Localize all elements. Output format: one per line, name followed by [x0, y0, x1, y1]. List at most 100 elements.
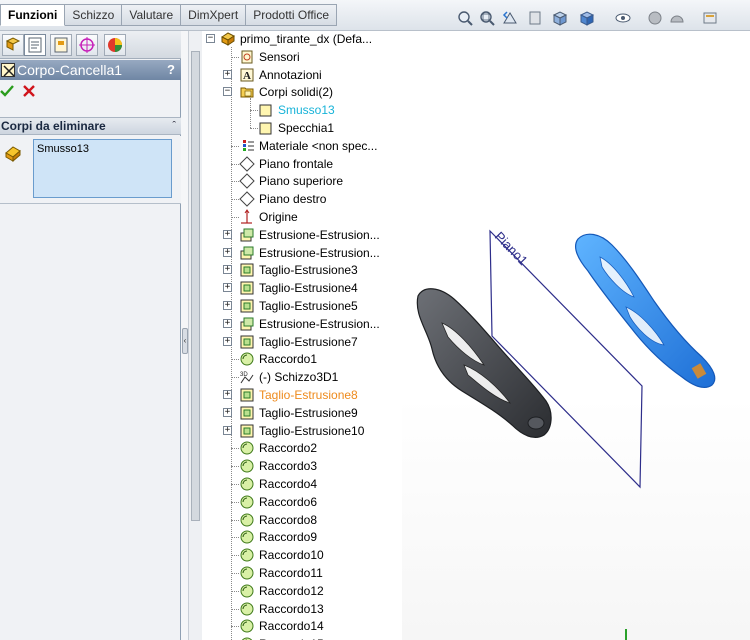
scrollbar-thumb[interactable]: [191, 51, 200, 521]
tree-item-raccordo2[interactable]: Raccordo2: [202, 440, 402, 457]
tree-item-corpi-solidi-2[interactable]: − Corpi solidi(2): [202, 84, 402, 101]
tree-item-raccordo10[interactable]: Raccordo10: [202, 547, 402, 564]
expand-toggle-icon[interactable]: +: [223, 390, 232, 399]
expand-toggle-icon[interactable]: +: [223, 425, 232, 435]
tree-item-estrusione-estrusion[interactable]: + Estrusione-Estrusion...: [202, 316, 402, 333]
tree-item-label: Taglio-Estrusione5: [259, 299, 358, 313]
tree-item-raccordo6[interactable]: Raccordo6: [202, 494, 402, 511]
property-manager-header: Corpo-Cancella1 ?: [0, 60, 181, 80]
zoom-to-area-icon[interactable]: [478, 9, 496, 27]
expand-toggle-icon[interactable]: +: [223, 69, 232, 79]
tree-item-raccordo15[interactable]: Raccordo15: [202, 636, 402, 640]
view-orientation-icon[interactable]: [551, 9, 569, 27]
tree-item-raccordo14[interactable]: Raccordo14: [202, 618, 402, 635]
tree-item-origine[interactable]: Origine: [202, 209, 402, 226]
tree-item-taglio-estrusione5[interactable]: + Taglio-Estrusione5: [202, 298, 402, 315]
tree-connector-line: [250, 98, 251, 128]
expand-toggle-icon[interactable]: +: [223, 247, 232, 257]
tree-item-materiale-non-spec[interactable]: Materiale <non spec...: [202, 138, 402, 155]
specchia1-body[interactable]: [416, 288, 552, 438]
display-manager-icon[interactable]: [104, 34, 126, 56]
tree-item-label: Raccordo4: [259, 477, 318, 491]
expand-toggle-icon[interactable]: +: [223, 283, 232, 293]
tree-item-taglio-estrusione4[interactable]: + Taglio-Estrusione4: [202, 280, 402, 297]
tab-schizzo[interactable]: Schizzo: [65, 4, 123, 26]
hide-show-icon[interactable]: [614, 9, 632, 27]
tab-valutare[interactable]: Valutare: [122, 4, 182, 26]
zoom-to-fit-icon[interactable]: [456, 9, 474, 27]
tree-item-label: Raccordo9: [259, 530, 318, 545]
tree-item-label: (-) Schizzo3D1: [259, 370, 339, 385]
collapse-toggle-icon[interactable]: −: [206, 34, 215, 43]
tree-item-estrusione-estrusion[interactable]: + Estrusione-Estrusion...: [202, 245, 402, 262]
expand-toggle-icon[interactable]: −: [223, 87, 232, 97]
tree-item-piano-superiore[interactable]: Piano superiore: [202, 173, 402, 190]
tree-item-piano-destro[interactable]: Piano destro: [202, 191, 402, 208]
plane-icon: [239, 173, 255, 190]
tree-item-raccordo11[interactable]: Raccordo11: [202, 565, 402, 582]
fillet-icon: [239, 512, 255, 528]
tree-item-raccordo4[interactable]: Raccordo4: [202, 476, 402, 493]
feature-manager-icon[interactable]: [2, 34, 24, 56]
tree-item-schizzo3d1[interactable]: 3D (-) Schizzo3D1: [202, 369, 402, 386]
tree-connector-line: [231, 359, 239, 361]
tree-connector-line: [231, 199, 239, 201]
expand-toggle-icon[interactable]: +: [223, 407, 232, 417]
tree-item-taglio-estrusione3[interactable]: + Taglio-Estrusione3: [202, 262, 402, 279]
tree-item-raccordo9[interactable]: Raccordo9: [202, 529, 402, 546]
splitter-grip-icon[interactable]: ‹: [182, 328, 188, 354]
tree-scrollbar[interactable]: [189, 31, 202, 640]
tree-item-estrusione-estrusion[interactable]: + Estrusione-Estrusion...: [202, 227, 402, 244]
panel-splitter[interactable]: ‹: [181, 31, 189, 640]
graphics-area[interactable]: Piano1: [402, 31, 750, 640]
expand-toggle-icon[interactable]: +: [223, 336, 232, 346]
view-settings-icon[interactable]: [701, 9, 719, 27]
smusso13-body[interactable]: [575, 233, 716, 389]
selected-body-item[interactable]: Smusso13: [37, 143, 89, 155]
help-button[interactable]: ?: [167, 61, 175, 79]
tree-item-label: Raccordo12: [259, 583, 324, 598]
tree-item-raccordo13[interactable]: Raccordo13: [202, 601, 402, 618]
previous-view-icon[interactable]: [501, 9, 519, 27]
cancel-button[interactable]: [22, 84, 36, 100]
bodies-selection-box[interactable]: Smusso13: [33, 139, 172, 198]
tree-item-label: Raccordo6: [259, 494, 318, 509]
tree-item-raccordo1[interactable]: Raccordo1: [202, 351, 402, 368]
reference-triad-icon: [625, 629, 627, 640]
edit-appearance-icon[interactable]: [646, 9, 664, 27]
configuration-manager-icon[interactable]: [50, 34, 72, 56]
expand-toggle-icon[interactable]: +: [223, 229, 232, 239]
tab-funzioni[interactable]: Funzioni: [0, 4, 66, 26]
tab-dimxpert[interactable]: DimXpert: [181, 4, 247, 26]
ok-button[interactable]: [0, 84, 14, 100]
tree-item-raccordo3[interactable]: Raccordo3: [202, 458, 402, 475]
dimxpert-manager-icon[interactable]: [76, 34, 98, 56]
expand-toggle-icon[interactable]: +: [223, 265, 232, 275]
tree-root-part[interactable]: − primo_tirante_dx (Defa...: [202, 31, 402, 48]
tab-prodotti-office[interactable]: Prodotti Office: [246, 4, 338, 26]
tree-item-raccordo12[interactable]: Raccordo12: [202, 583, 402, 600]
expand-toggle-icon[interactable]: +: [223, 318, 232, 328]
tree-item-taglio-estrusione10[interactable]: + Taglio-Estrusione10: [202, 423, 402, 440]
bodies-to-delete-group-header[interactable]: Corpi da eliminare ˆ: [0, 117, 181, 135]
section-view-icon[interactable]: [526, 9, 544, 27]
tree-item-annotazioni[interactable]: + A Annotazioni: [202, 67, 402, 84]
tree-item-taglio-estrusione7[interactable]: + Taglio-Estrusione7: [202, 334, 402, 351]
property-manager-icon[interactable]: [24, 34, 46, 56]
tree-item-specchia1[interactable]: Specchia1: [202, 120, 402, 137]
collapse-chevron-icon[interactable]: ˆ: [172, 118, 176, 134]
tree-item-taglio-estrusione8[interactable]: + Taglio-Estrusione8: [202, 387, 402, 404]
display-style-icon[interactable]: [578, 9, 596, 27]
tree-item-smusso13[interactable]: Smusso13: [202, 102, 402, 119]
tree-item-raccordo8[interactable]: Raccordo8: [202, 512, 402, 529]
origin-icon: [239, 209, 255, 225]
tree-item-sensori[interactable]: Sensori: [202, 49, 402, 66]
tree-item-piano-frontale[interactable]: Piano frontale: [202, 155, 402, 173]
tree-item-label: Raccordo8: [259, 512, 318, 527]
tree-item-taglio-estrusione9[interactable]: + Taglio-Estrusione9: [202, 405, 402, 422]
cut-extrude-icon: [239, 280, 255, 296]
tree-item-label: Taglio-Estrusione10: [259, 423, 365, 438]
tree-connector-line: [231, 448, 239, 450]
expand-toggle-icon[interactable]: +: [223, 301, 232, 310]
apply-scene-icon[interactable]: [668, 9, 686, 27]
